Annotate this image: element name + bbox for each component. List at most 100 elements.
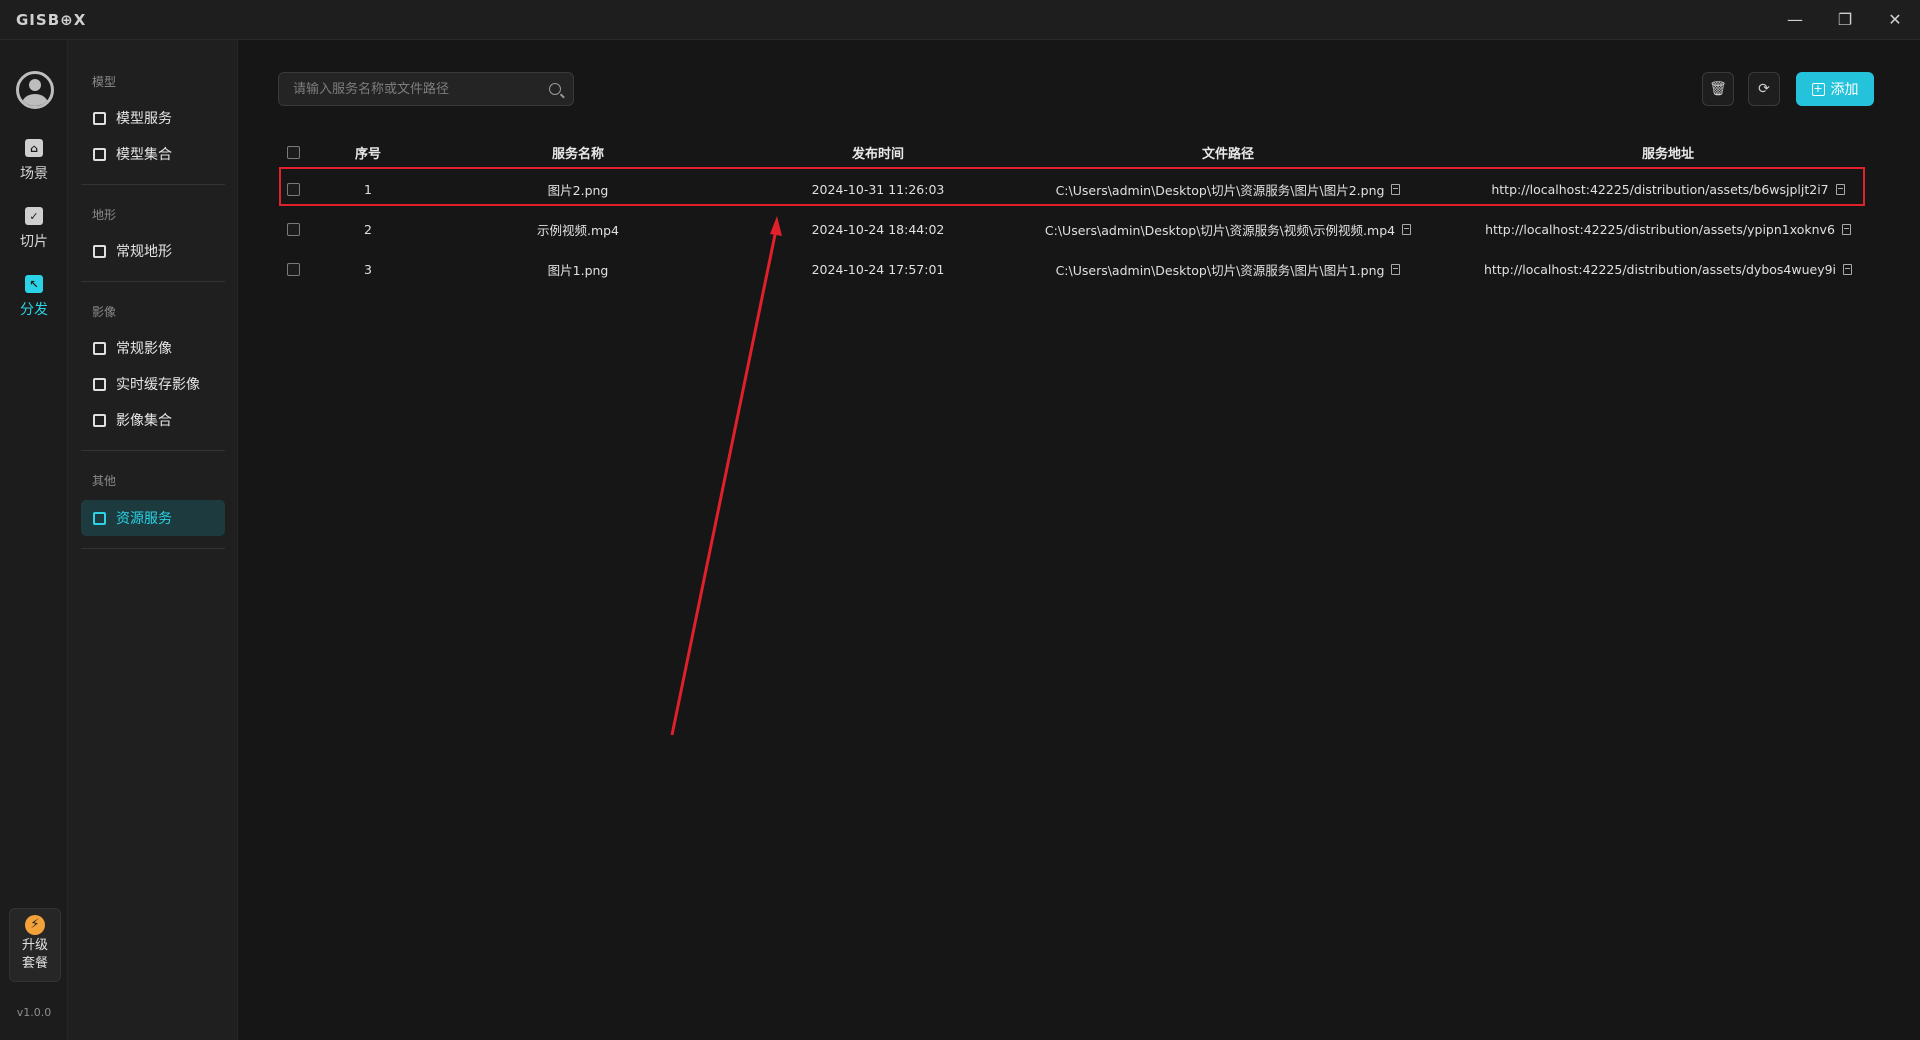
row-service-url: http://localhost:42225/distribution/asse… (1458, 249, 1878, 289)
bolt-icon: ⚡ (25, 915, 45, 935)
row-checkbox[interactable] (286, 182, 300, 196)
header-file-path: 文件路径 (1201, 146, 1254, 162)
add-button[interactable]: + 添加 (1796, 72, 1874, 106)
window-controls: — ❐ ✕ (1770, 0, 1920, 40)
menu-divider (81, 548, 225, 549)
menu-item-resource-service[interactable]: 资源服务 (81, 500, 225, 536)
row-index: 1 (364, 181, 372, 197)
header-index: 序号 (354, 146, 381, 162)
copy-path-icon[interactable] (1402, 223, 1412, 235)
rail-item-scene[interactable]: ⌂ 场景 (0, 132, 68, 190)
row-publish-time: 2024-10-24 17:57:01 (811, 261, 945, 277)
plus-icon: + (1811, 81, 1825, 96)
search-box (278, 72, 574, 106)
header-service-url: 服务地址 (1641, 146, 1694, 162)
refresh-button[interactable]: ⟳ (1748, 72, 1780, 106)
group-title-model: 模型 (92, 75, 117, 89)
user-avatar[interactable] (16, 71, 54, 109)
primary-nav-rail: ⌂ 场景 ✓ 切片 ↖ 分发 ⚡ 升级 套餐 v1.0.0 (0, 40, 68, 1040)
title-bar: GISB⊕X — ❐ ✕ (0, 0, 1920, 40)
service-url-text: http://localhost:42225/distribution/asse… (1491, 181, 1829, 197)
file-path-text: C:\Users\admin\Desktop\切片\资源服务\图片\图片2.pn… (1055, 182, 1385, 198)
row-checkbox[interactable] (286, 262, 300, 276)
search-icon[interactable] (549, 83, 561, 95)
row-file-path: C:\Users\admin\Desktop\切片\资源服务\图片\图片1.pn… (1018, 249, 1438, 289)
avatar-head-shape (29, 79, 41, 91)
model-collection-icon (93, 147, 106, 161)
copy-url-icon[interactable] (1843, 263, 1853, 275)
menu-item-model-service[interactable]: 模型服务 (81, 101, 225, 135)
table-row: 1 图片2.png 2024-10-31 11:26:03 C:\Users\a… (278, 169, 1874, 209)
model-service-icon (93, 111, 106, 125)
close-button[interactable]: ✕ (1870, 0, 1920, 40)
header-publish-time: 发布时间 (851, 146, 904, 162)
menu-item-model-collection[interactable]: 模型集合 (81, 137, 225, 171)
upgrade-label-line2: 套餐 (21, 956, 48, 971)
row-index: 2 (364, 221, 372, 237)
row-checkbox-cell (278, 249, 308, 289)
menu-divider (81, 184, 225, 185)
add-button-label: 添加 (1830, 82, 1859, 98)
copy-path-icon[interactable] (1391, 263, 1401, 275)
search-input[interactable] (291, 80, 549, 98)
refresh-icon: ⟳ (1758, 81, 1770, 97)
group-title-imagery: 影像 (92, 305, 117, 319)
row-publish-time: 2024-10-31 11:26:03 (811, 181, 945, 197)
copy-path-icon[interactable] (1391, 183, 1401, 195)
menu-item-label: 影像集合 (116, 413, 172, 429)
distribute-icon: ↖ (25, 275, 43, 293)
group-title-other: 其他 (92, 474, 117, 488)
service-url-text: http://localhost:42225/distribution/asse… (1483, 261, 1837, 277)
row-checkbox[interactable] (286, 222, 300, 236)
row-service-name: 示例视频.mp4 (536, 222, 620, 238)
rail-item-label: 切片 (20, 234, 48, 250)
scene-icon: ⌂ (25, 139, 43, 157)
row-publish-time: 2024-10-24 18:44:02 (811, 221, 945, 237)
terrain-icon (93, 244, 106, 258)
row-checkbox-cell (278, 209, 308, 249)
avatar-body-shape (22, 94, 48, 106)
menu-item-label: 常规影像 (116, 341, 172, 357)
trash-icon: 🗑 (1709, 81, 1727, 97)
secondary-menu: 模型 模型服务 模型集合 地形 常规地形 影像 常规影像 实时缓存影像 影像集合… (68, 40, 238, 1040)
menu-item-label: 模型集合 (116, 147, 172, 163)
copy-url-icon[interactable] (1835, 183, 1845, 195)
upgrade-label-line1: 升级 (21, 938, 48, 953)
menu-item-imagery-collection[interactable]: 影像集合 (81, 403, 225, 437)
rail-item-label: 分发 (20, 302, 48, 318)
table-row: 2 示例视频.mp4 2024-10-24 18:44:02 C:\Users\… (278, 209, 1874, 249)
table-row: 3 图片1.png 2024-10-24 17:57:01 C:\Users\a… (278, 249, 1874, 289)
upgrade-plan-button[interactable]: ⚡ 升级 套餐 (9, 908, 61, 982)
row-service-url: http://localhost:42225/distribution/asse… (1458, 209, 1878, 249)
copy-url-icon[interactable] (1841, 223, 1851, 235)
menu-item-terrain[interactable]: 常规地形 (81, 234, 225, 268)
rail-item-label: 场景 (20, 166, 48, 182)
app-logo: GISB⊕X (16, 10, 87, 29)
rail-item-slice[interactable]: ✓ 切片 (0, 200, 68, 258)
row-file-path: C:\Users\admin\Desktop\切片\资源服务\图片\图片2.pn… (1018, 169, 1438, 209)
group-title-terrain: 地形 (92, 208, 117, 222)
row-service-name: 图片2.png (547, 182, 609, 198)
slice-icon: ✓ (25, 207, 43, 225)
service-url-text: http://localhost:42225/distribution/asse… (1485, 221, 1835, 237)
select-all-checkbox[interactable] (286, 145, 300, 159)
app-version: v1.0.0 (16, 1006, 52, 1019)
menu-divider (81, 450, 225, 451)
menu-item-imagery[interactable]: 常规影像 (81, 331, 225, 365)
imagery-icon (93, 341, 106, 355)
resource-service-icon (93, 511, 106, 525)
imagery-collection-icon (93, 413, 106, 427)
row-checkbox-cell (278, 169, 308, 209)
menu-item-realtime-cache-imagery[interactable]: 实时缓存影像 (81, 367, 225, 401)
delete-button[interactable]: 🗑 (1702, 72, 1734, 106)
restore-button[interactable]: ❐ (1820, 0, 1870, 40)
row-index: 3 (364, 261, 372, 277)
menu-item-label: 常规地形 (116, 244, 172, 260)
menu-item-label: 资源服务 (116, 511, 172, 527)
menu-item-label: 实时缓存影像 (116, 377, 200, 393)
file-path-text: C:\Users\admin\Desktop\切片\资源服务\视频\示例视频.m… (1044, 222, 1396, 238)
rail-item-distribute[interactable]: ↖ 分发 (0, 268, 68, 326)
minimize-button[interactable]: — (1770, 0, 1820, 40)
file-path-text: C:\Users\admin\Desktop\切片\资源服务\图片\图片1.pn… (1055, 262, 1385, 278)
realtime-cache-icon (93, 377, 106, 391)
